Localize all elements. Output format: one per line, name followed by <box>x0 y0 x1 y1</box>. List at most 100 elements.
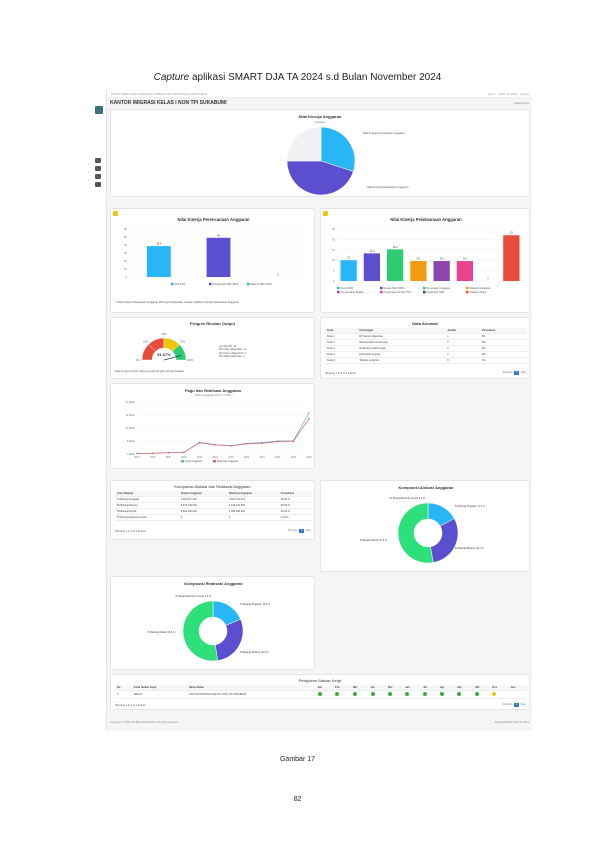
bar <box>340 260 357 281</box>
perencanaan-card: Nilai Kinerja Perencanaan Anggaran 0 10 20 3… <box>110 208 315 313</box>
pending-icon <box>492 692 497 696</box>
table-cell: Kode 5 <box>325 357 358 364</box>
table-row: 57 Belanja Bantuan Sosial 0 0 0.00 % <box>115 514 312 521</box>
x-tick-label: 2023 <box>291 456 297 459</box>
check-icon <box>370 692 375 696</box>
x-tick-label: 2018 <box>213 456 219 459</box>
pie-slice <box>182 600 218 662</box>
legend-label: Penggunaan SBK (35%) <box>213 283 239 286</box>
y-tick-label: 20 <box>332 237 335 241</box>
pie-slice <box>286 126 322 162</box>
data-label: 0 <box>487 277 489 281</box>
data-point <box>167 451 170 454</box>
nka-label-a: Nilai Kinerja Perencanaan Anggaran <box>363 132 405 135</box>
data-point <box>214 444 216 446</box>
table-cell: Tagihan terlambat <box>357 357 446 364</box>
data-point <box>308 417 310 420</box>
legend-label: Deviasi Hal III DIPA <box>384 287 405 290</box>
legend-label: Nilai IKPA <box>175 283 186 286</box>
check-icon <box>457 692 462 696</box>
data-point <box>276 440 279 443</box>
gauge-tick-label: 0% <box>136 358 140 362</box>
pagu-chart: Pagu dan Realisasi AnggaranTahun Anggara… <box>126 388 313 463</box>
komparasi-table: Jenis Belanja Alokasi Anggaran Realisasi A… <box>115 491 312 521</box>
slice-label: 51 Belanja Pegawai: 17.0 % <box>455 505 486 508</box>
footer-left: Copyright © 2024 DITJEN ANGGARAN. All ri… <box>110 721 179 724</box>
y-tick-label: 15 Miliar <box>126 414 136 417</box>
komparasi-card: Komparasi Alokasi dan Realisasi Anggaran… <box>110 480 315 540</box>
y-tick-label: 50 <box>124 235 127 239</box>
table-cell: 1 <box>115 690 132 699</box>
data-point <box>245 443 248 445</box>
table-cell <box>473 690 491 699</box>
data-point <box>183 451 185 454</box>
x-tick-label: 2019 <box>228 456 234 459</box>
table-cell <box>350 690 369 699</box>
app-logo-icon[interactable] <box>95 106 103 114</box>
pie-slice <box>214 618 244 661</box>
anomali-title: Data Anomali <box>412 321 438 326</box>
x-tick-label: 2024 <box>306 456 312 459</box>
realisasi-card: Komposisi Realisasi Anggaran 51 Belanja P… <box>110 576 315 670</box>
y-tick-label: 0 <box>126 275 128 279</box>
legend-swatch <box>181 460 184 463</box>
legend-swatch <box>466 286 469 290</box>
pelaksanaan-chart: Nilai Kinerja Pelaksanaan Anggaran 0 5 10 15… <box>332 217 523 294</box>
legend-swatch <box>423 290 426 294</box>
y-tick-label: 20 Miliar <box>126 401 136 404</box>
komparasi-pagination[interactable]: Previous 1 Next <box>288 529 311 533</box>
progres-notes: Jumlah RO: 12 RO telah dilaporkan: 11 RO b… <box>219 345 247 359</box>
check-icon <box>423 692 428 696</box>
slice-label: 51 Belanja Pegawai: 18.6 % <box>240 603 271 606</box>
data-point <box>198 442 201 444</box>
table-cell: 0% <box>479 357 527 364</box>
series-line <box>136 412 310 454</box>
data-label: 15.2 <box>393 245 399 249</box>
check-icon <box>335 692 340 696</box>
chart-title: Pagu dan Realisasi Anggaran <box>185 388 242 393</box>
data-label: 9.6 <box>417 257 421 261</box>
chart-title: Nilai Kinerja Pelaksanaan Anggaran <box>390 217 462 222</box>
bar <box>410 261 427 281</box>
x-tick-label: 2015 <box>166 456 172 459</box>
nka-label-b: Nilai Kinerja Pelaksanaan Anggaran <box>367 186 409 189</box>
perencanaan-chart: Nilai Kinerja Perencanaan Anggaran 0 10 20 3… <box>124 217 308 286</box>
legend-label: Revisi DIPA <box>341 287 354 290</box>
gauge-tick-label: 50% <box>161 332 167 336</box>
pelaporan-pagination[interactable]: Previous 1 Next <box>503 703 526 707</box>
user-icon[interactable] <box>95 174 101 179</box>
figure-caption: Gambar 17 <box>279 756 316 763</box>
chart-title: Nilai Kinerja Perencanaan Anggaran <box>178 217 250 222</box>
pelaporan-card: Pelaporan Satuan Kerja No. Kode Satuan Ke… <box>110 674 530 710</box>
chart-subtitle: Tahun Anggaran 2017 s.d 2024 <box>195 393 232 397</box>
table-cell: 0 <box>226 514 279 521</box>
y-tick-label: 30 <box>124 251 127 255</box>
bar <box>386 249 404 281</box>
data-point <box>151 452 154 455</box>
anomali-pagination[interactable]: Previous 1 Next <box>503 371 526 375</box>
legend-label: Belanja Kontraktual <box>470 287 491 290</box>
pie-slice <box>430 518 459 563</box>
legend-label: Dispensasi SPM <box>427 291 445 294</box>
legend-swatch <box>171 282 174 286</box>
legend-swatch <box>337 286 340 290</box>
x-tick-label: 2020 <box>244 456 250 459</box>
x-tick-label: 2016 <box>181 456 187 459</box>
data-label: 10 <box>347 256 350 260</box>
pelaporan-table: No. Kode Satuan Kerja Nama Satker Jan Feb Mar… <box>115 685 527 699</box>
home-icon[interactable] <box>95 158 101 163</box>
breadcrumb[interactable]: Dashboard <box>514 101 529 105</box>
komparasi-footer: Showing 1 to 4 of 4 entries <box>115 530 146 533</box>
data-label: 38.6 <box>156 242 162 246</box>
database-icon[interactable] <box>95 166 101 171</box>
legend-swatch <box>209 282 212 286</box>
legend-swatch <box>213 460 216 463</box>
table-cell: 0 <box>445 357 480 364</box>
gear-icon[interactable] <box>95 182 101 187</box>
gauge-value: 91.67% <box>157 352 171 357</box>
x-tick-label: 2021 <box>259 456 265 459</box>
slice-label: 53 Belanja Modal: 52.5 % <box>148 631 176 634</box>
table-cell: 690123 <box>131 690 188 699</box>
table-row: Kode 5 Tagihan terlambat 0 0% <box>325 357 527 364</box>
topbar-links[interactable]: Home TWIT TA 2024 Logout <box>488 92 529 96</box>
